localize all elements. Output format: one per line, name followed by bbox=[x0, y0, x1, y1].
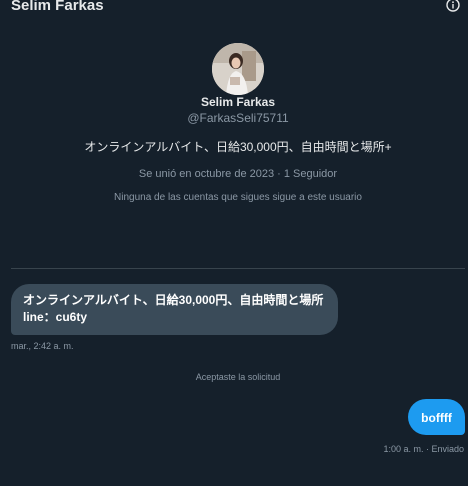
conversation-title: Selim Farkas bbox=[11, 0, 104, 14]
outgoing-message-status: 1:00 a. m. · Enviado bbox=[383, 444, 464, 454]
profile-display-name[interactable]: Selim Farkas bbox=[0, 95, 468, 110]
info-icon[interactable] bbox=[446, 0, 460, 12]
outgoing-message-text: boffff bbox=[421, 411, 452, 425]
outgoing-message-bubble[interactable]: boffff bbox=[408, 399, 465, 435]
incoming-message-bubble[interactable]: オンラインアルバイト、日給30,000円、自由時間と場所 line：cu6ty bbox=[11, 284, 338, 335]
profile-bio: オンラインアルバイト、日給30,000円、自由時間と場所+ bbox=[84, 140, 392, 154]
incoming-message-text: オンラインアルバイト、日給30,000円、自由時間と場所 line：cu6ty bbox=[23, 293, 324, 324]
divider bbox=[11, 268, 465, 269]
profile-handle[interactable]: @FarkasSeli75711 bbox=[0, 111, 468, 126]
conversation-header: Selim Farkas bbox=[0, 0, 468, 14]
avatar[interactable] bbox=[212, 43, 264, 95]
incoming-message-timestamp: mar., 2:42 a. m. bbox=[11, 341, 74, 351]
profile-joined-info: Se unió en octubre de 2023 · 1 Seguidor bbox=[138, 168, 338, 180]
request-accepted-note: Aceptaste la solicitud bbox=[195, 372, 281, 382]
profile-followers-note: Ninguna de las cuentas que sigues sigue … bbox=[114, 192, 362, 203]
